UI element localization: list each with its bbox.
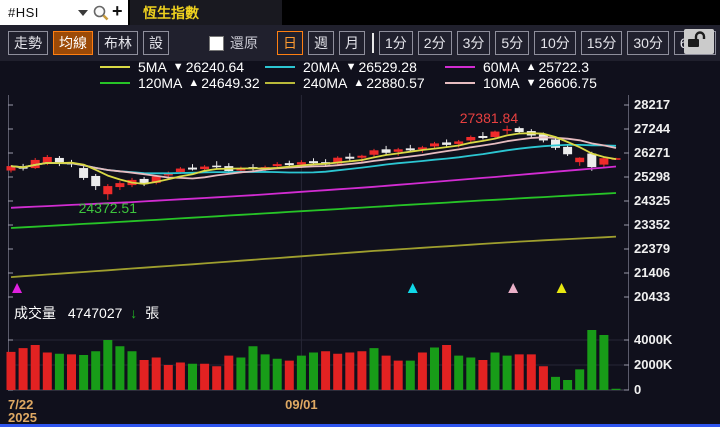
- volume-header: 成交量 4747027 ↓ 張: [14, 303, 159, 323]
- price-tick-label: 26271: [634, 145, 671, 160]
- candle: [478, 132, 488, 140]
- volume-bar: [430, 347, 439, 390]
- volume-bar: [79, 355, 89, 390]
- volume-bar: [224, 355, 234, 390]
- volume-bar: [30, 345, 40, 390]
- volume-bar: [127, 351, 137, 390]
- price-tick-label: 22379: [634, 241, 671, 256]
- candle: [54, 155, 64, 167]
- volume-bar: [260, 354, 270, 390]
- candle: [442, 139, 452, 147]
- price-tick-label: 25298: [634, 169, 671, 184]
- volume-bar: [200, 363, 210, 390]
- signal-triangle-icon: [407, 283, 418, 293]
- candle: [369, 148, 379, 157]
- candle: [91, 173, 101, 191]
- volume-bar: [115, 346, 125, 390]
- volume-bar: [309, 352, 318, 390]
- volume-tick-label: 0: [634, 382, 642, 397]
- price-tick-label: 20433: [634, 289, 671, 304]
- candle: [514, 126, 524, 134]
- price-tick-label: 24325: [634, 193, 671, 208]
- volume-bar: [163, 365, 173, 390]
- volume-bar: [538, 366, 548, 390]
- volume-bar: [502, 355, 512, 390]
- volume-bar: [103, 340, 113, 390]
- volume-unit: 張: [145, 305, 160, 321]
- signal-triangle-icon: [556, 283, 567, 293]
- candle: [79, 166, 89, 180]
- price-tick-label: 23352: [634, 217, 671, 232]
- volume-bar: [369, 348, 379, 390]
- volume-bar: [599, 335, 609, 390]
- candle: [333, 156, 343, 166]
- volume-bar: [42, 352, 52, 390]
- candle: [103, 184, 113, 200]
- volume-bar: [248, 346, 258, 390]
- ma-line-240ma: [10, 235, 617, 278]
- volume-tick-label: 2000K: [634, 357, 673, 372]
- volume-bar: [54, 353, 64, 390]
- volume-bar: [272, 358, 282, 390]
- volume-bar: [490, 352, 500, 390]
- candles-layer: [6, 125, 621, 200]
- volume-bar: [563, 380, 573, 390]
- volume-bar: [212, 366, 222, 390]
- volume-bar: [321, 351, 331, 390]
- volume-bar: [393, 360, 403, 390]
- volume-bar: [18, 348, 28, 390]
- volume-label: 成交量: [14, 305, 56, 321]
- candle: [212, 161, 222, 169]
- low-price-label: 24372.51: [78, 199, 137, 216]
- volume-bar: [478, 360, 488, 390]
- volume-bar: [67, 354, 76, 390]
- volume-bar: [175, 362, 185, 390]
- stock-chart-app: #HSI + 恆生指數 走勢 均線 布林設 還原 日週月 1分 2分 3分 5分 10分 15…: [0, 0, 720, 427]
- volume-bar: [454, 355, 464, 390]
- volume-bar: [296, 355, 306, 390]
- price-tick-label: 28217: [634, 97, 671, 112]
- candle: [551, 137, 560, 150]
- volume-value: 4747027: [67, 305, 123, 321]
- volume-bar: [345, 352, 355, 390]
- volume-bar: [333, 353, 343, 390]
- volume-tick-label: 4000K: [634, 332, 673, 347]
- volume-bar: [551, 376, 560, 390]
- volume-layer: [6, 330, 621, 390]
- volume-bar: [188, 363, 197, 390]
- volume-bar: [466, 357, 476, 390]
- high-price-label: 27381.84: [459, 110, 519, 127]
- candle: [115, 181, 125, 191]
- volume-bar: [236, 357, 246, 390]
- candle: [248, 164, 258, 171]
- price-tick-label: 21406: [634, 265, 671, 280]
- volume-bar: [405, 360, 415, 390]
- volume-bar: [442, 345, 452, 390]
- candle: [188, 164, 197, 171]
- volume-bar: [284, 360, 294, 390]
- volume-bar: [357, 351, 367, 390]
- volume-bar: [91, 351, 101, 390]
- volume-bar: [417, 352, 427, 390]
- candle: [575, 157, 585, 166]
- date-label: 09/01: [285, 397, 318, 412]
- volume-bar: [611, 388, 621, 390]
- volume-bar: [6, 351, 16, 390]
- candle: [563, 144, 573, 156]
- volume-bar: [526, 354, 536, 390]
- volume-bar: [381, 355, 391, 390]
- year-label: 2025: [8, 410, 37, 425]
- volume-bar: [587, 330, 597, 390]
- candle: [502, 125, 512, 135]
- volume-bar: [151, 357, 161, 390]
- signal-triangle-icon: [508, 283, 519, 293]
- signal-triangle-icon: [12, 283, 23, 293]
- volume-bar: [575, 369, 585, 390]
- volume-bar: [139, 360, 149, 390]
- candle: [345, 153, 355, 161]
- candle: [381, 145, 391, 155]
- down-arrow-icon: ↓: [130, 305, 138, 321]
- price-tick-label: 27244: [634, 121, 671, 136]
- volume-bar: [514, 354, 524, 390]
